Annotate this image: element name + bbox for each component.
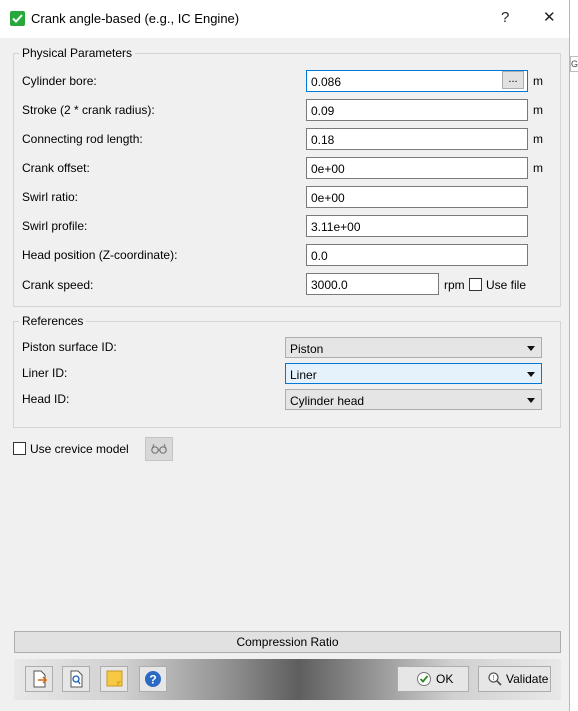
crevice-model-checkbox[interactable] [13,442,26,455]
crank-speed-field[interactable]: 3000.0 [306,273,439,295]
cylinder-bore-label: Cylinder bore: [22,74,97,88]
checkmark-icon [10,11,25,26]
crank-offset-label: Crank offset: [22,161,90,175]
use-file-checkbox[interactable] [469,278,482,291]
browse-button[interactable]: ... [502,71,524,89]
crevice-settings-button[interactable] [145,437,173,461]
crevice-model-label: Use crevice model [30,442,129,456]
head-position-label: Head position (Z-coordinate): [22,248,178,262]
cylinder-bore-field[interactable]: 0.086 [306,70,528,92]
swirl-ratio-field[interactable]: 0e+00 [306,186,528,208]
liner-id-select[interactable]: Liner [285,363,542,384]
background-window-edge: G [570,56,578,72]
ok-label: OK [436,672,454,686]
head-id-select[interactable]: Cylinder head [285,389,542,410]
chevron-down-icon [527,346,535,351]
physical-parameters-legend: Physical Parameters [22,46,133,60]
sticky-note-icon [106,670,123,687]
glasses-icon [151,443,167,454]
swirl-profile-field[interactable]: 3.11e+00 [306,215,528,237]
liner-id-label: Liner ID: [22,366,68,380]
swirl-ratio-label: Swirl ratio: [22,190,79,204]
piston-id-label: Piston surface ID: [22,340,117,354]
head-id-label: Head ID: [22,392,70,406]
rod-unit: m [533,132,543,146]
magnifier-icon: ! [488,672,502,686]
close-button[interactable]: ✕ [543,10,556,26]
stroke-label: Stroke (2 * crank radius): [22,103,155,117]
bore-unit: m [533,74,543,88]
stroke-unit: m [533,103,543,117]
liner-id-value: Liner [290,368,317,382]
title-bar: Crank angle-based (e.g., IC Engine) ? ✕ [0,0,569,38]
ok-button[interactable]: OK [397,666,469,692]
references-legend: References [22,314,84,328]
preview-button[interactable] [62,666,90,692]
crank-offset-field[interactable]: 0e+00 [306,157,528,179]
notes-button[interactable] [100,666,128,692]
help-info-button[interactable]: ? [139,666,167,692]
validate-label: Validate [506,672,549,686]
rod-length-label: Connecting rod length: [22,132,143,146]
rod-length-field[interactable]: 0.18 [306,128,528,150]
help-button[interactable]: ? [501,10,509,26]
document-search-icon [70,670,83,688]
use-file-label: Use file [486,278,527,292]
checkmark-circle-icon [417,672,431,686]
dialog-window: Crank angle-based (e.g., IC Engine) ? ✕ … [0,0,570,711]
svg-text:?: ? [149,673,156,687]
compression-ratio-button[interactable]: Compression Ratio [14,631,561,653]
question-icon: ? [145,671,161,687]
export-icon [33,670,48,688]
chevron-down-icon [527,398,535,403]
validate-button[interactable]: ! Validate [478,666,551,692]
window-title: Crank angle-based (e.g., IC Engine) [31,11,240,26]
edge-text: G [571,59,578,69]
swirl-profile-label: Swirl profile: [22,219,88,233]
piston-id-value: Piston [290,342,324,356]
chevron-down-icon [527,372,535,377]
head-position-field[interactable]: 0.0 [306,244,528,266]
export-button[interactable] [25,666,53,692]
stroke-field[interactable]: 0.09 [306,99,528,121]
offset-unit: m [533,161,543,175]
crank-speed-label: Crank speed: [22,278,94,292]
rpm-unit: rpm [444,278,465,292]
svg-text:!: ! [492,675,494,682]
head-id-value: Cylinder head [290,394,365,408]
piston-id-select[interactable]: Piston [285,337,542,358]
